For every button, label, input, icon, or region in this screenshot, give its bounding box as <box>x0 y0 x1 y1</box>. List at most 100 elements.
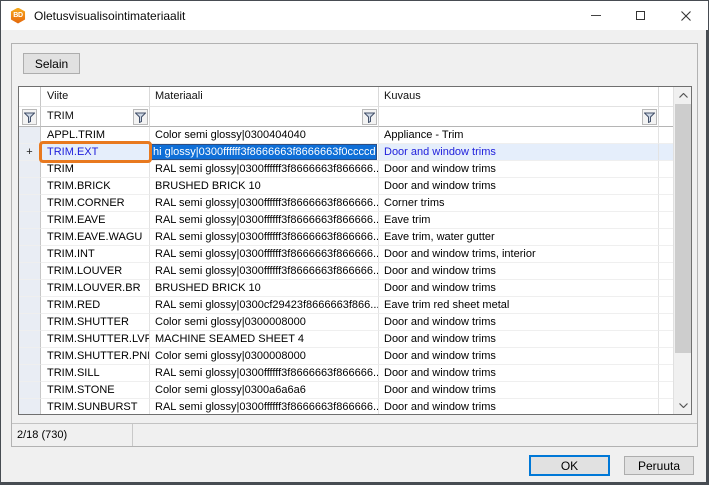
table-row[interactable]: TRIM.EAVE.WAGURAL semi glossy|0300ffffff… <box>19 229 673 246</box>
cell-materiaali[interactable]: Color semi glossy|0300a6a6a6 <box>150 382 379 399</box>
cell-materiaali[interactable]: Color semi glossy|0300008000 <box>150 348 379 365</box>
row-selector-cell[interactable] <box>19 280 41 297</box>
row-selector-cell[interactable] <box>19 127 41 144</box>
cell-materiaali[interactable]: RAL semi glossy|0300ffffff3f8666663f8666… <box>150 212 379 229</box>
table-row[interactable]: TRIM.EAVERAL semi glossy|0300ffffff3f866… <box>19 212 673 229</box>
cell-viite[interactable]: TRIM.SILL <box>41 365 150 382</box>
row-selector-cell[interactable] <box>19 246 41 263</box>
cell-viite[interactable]: TRIM.CORNER <box>41 195 150 212</box>
table-row[interactable]: TRIM.BRICKBRUSHED BRICK 10Door and windo… <box>19 178 673 195</box>
cell-materiaali[interactable]: RAL semi glossy|0300ffffff3f8666663f8666… <box>150 161 379 178</box>
row-selector-cell[interactable] <box>19 229 41 246</box>
table-row[interactable]: +TRIM.EXThi glossy|0300ffffff3f8666663f8… <box>19 144 673 161</box>
cell-materiaali[interactable]: RAL semi glossy|0300cf29423f8666663f866.… <box>150 297 379 314</box>
cell-viite[interactable]: TRIM.SUNBURST <box>41 399 150 414</box>
cell-viite[interactable]: TRIM.LOUVER.BR <box>41 280 150 297</box>
filter-icon-viite[interactable] <box>133 109 148 125</box>
cell-materiaali[interactable]: BRUSHED BRICK 10 <box>150 178 379 195</box>
cell-kuvaus[interactable]: Eave trim <box>379 212 659 229</box>
cell-kuvaus[interactable]: Door and window trims <box>379 144 659 161</box>
cell-kuvaus[interactable]: Door and window trims, interior <box>379 246 659 263</box>
cell-materiaali[interactable]: Color semi glossy|0300404040 <box>150 127 379 144</box>
row-selector-cell[interactable] <box>19 161 41 178</box>
scroll-up-button[interactable] <box>674 87 692 104</box>
cell-kuvaus[interactable]: Door and window trims <box>379 263 659 280</box>
row-selector-cell[interactable] <box>19 297 41 314</box>
row-selector-cell[interactable] <box>19 399 41 414</box>
cell-kuvaus[interactable]: Door and window trims <box>379 178 659 195</box>
cell-kuvaus[interactable]: Door and window trims <box>379 399 659 414</box>
row-selector-cell[interactable] <box>19 314 41 331</box>
cell-kuvaus[interactable]: Eave trim, water gutter <box>379 229 659 246</box>
cell-materiaali[interactable]: RAL semi glossy|0300ffffff3f8666663f8666… <box>150 229 379 246</box>
cell-materiaali[interactable]: BRUSHED BRICK 10 <box>150 280 379 297</box>
row-selector-cell[interactable] <box>19 382 41 399</box>
filter-icon[interactable] <box>22 109 37 125</box>
table-row[interactable]: TRIM.SUNBURSTRAL semi glossy|0300ffffff3… <box>19 399 673 414</box>
cell-kuvaus[interactable]: Door and window trims <box>379 382 659 399</box>
cell-kuvaus[interactable]: Door and window trims <box>379 280 659 297</box>
filter-selector-cell[interactable] <box>19 107 41 127</box>
cell-materiaali[interactable]: RAL semi glossy|0300ffffff3f8666663f8666… <box>150 195 379 212</box>
cell-viite[interactable]: APPL.TRIM <box>41 127 150 144</box>
cell-kuvaus[interactable]: Door and window trims <box>379 348 659 365</box>
row-selector-cell[interactable] <box>19 365 41 382</box>
cell-viite[interactable]: TRIM.RED <box>41 297 150 314</box>
browse-button[interactable]: Selain <box>23 53 80 74</box>
cell-materiaali[interactable]: RAL semi glossy|0300ffffff3f8666663f8666… <box>150 263 379 280</box>
table-row[interactable]: APPL.TRIMColor semi glossy|0300404040App… <box>19 127 673 144</box>
filter-icon-materiaali[interactable] <box>362 109 377 125</box>
filter-input-viite[interactable]: TRIM <box>41 107 150 127</box>
titlebar[interactable]: BD Oletusvisualisointimateriaalit <box>1 1 708 30</box>
table-row[interactable]: TRIM.SILLRAL semi glossy|0300ffffff3f866… <box>19 365 673 382</box>
column-header-kuvaus[interactable]: Kuvaus <box>379 87 659 107</box>
filter-input-kuvaus[interactable] <box>379 107 659 127</box>
cell-viite[interactable]: TRIM.STONE <box>41 382 150 399</box>
cell-viite[interactable]: TRIM.INT <box>41 246 150 263</box>
ok-button[interactable]: OK <box>529 455 610 476</box>
cell-viite[interactable]: TRIM.SHUTTER.PNL <box>41 348 150 365</box>
cell-materiaali[interactable]: RAL semi glossy|0300ffffff3f8666663f8666… <box>150 365 379 382</box>
close-button[interactable] <box>663 1 708 30</box>
cell-viite[interactable]: TRIM.EAVE <box>41 212 150 229</box>
table-row[interactable]: TRIM.SHUTTER.PNLColor semi glossy|030000… <box>19 348 673 365</box>
table-row[interactable]: TRIM.SHUTTER.LVRMACHINE SEAMED SHEET 4Do… <box>19 331 673 348</box>
table-row[interactable]: TRIM.INTRAL semi glossy|0300ffffff3f8666… <box>19 246 673 263</box>
row-selector-cell[interactable] <box>19 195 41 212</box>
cell-viite[interactable]: TRIM.SHUTTER <box>41 314 150 331</box>
filter-icon-kuvaus[interactable] <box>642 109 657 125</box>
column-header-materiaali[interactable]: Materiaali <box>150 87 379 107</box>
cell-kuvaus[interactable]: Door and window trims <box>379 161 659 178</box>
cell-viite[interactable]: TRIM <box>41 161 150 178</box>
row-selector-cell[interactable] <box>19 263 41 280</box>
filter-input-materiaali[interactable] <box>150 107 379 127</box>
cell-viite[interactable]: TRIM.EAVE.WAGU <box>41 229 150 246</box>
row-selector-cell[interactable] <box>19 348 41 365</box>
row-selector-cell[interactable]: + <box>19 144 41 161</box>
column-header-viite[interactable]: Viite <box>41 87 150 107</box>
cell-kuvaus[interactable]: Door and window trims <box>379 314 659 331</box>
table-row[interactable]: TRIM.LOUVERRAL semi glossy|0300ffffff3f8… <box>19 263 673 280</box>
table-row[interactable]: TRIM.LOUVER.BRBRUSHED BRICK 10Door and w… <box>19 280 673 297</box>
minimize-button[interactable] <box>573 1 618 30</box>
scroll-down-button[interactable] <box>674 397 692 414</box>
cell-materiaali[interactable]: Color semi glossy|0300008000 <box>150 314 379 331</box>
cell-materiaali[interactable]: RAL semi glossy|0300ffffff3f8666663f8666… <box>150 399 379 414</box>
row-selector-cell[interactable] <box>19 331 41 348</box>
table-row[interactable]: TRIM.CORNERRAL semi glossy|0300ffffff3f8… <box>19 195 673 212</box>
cell-viite[interactable]: TRIM.BRICK <box>41 178 150 195</box>
cell-kuvaus[interactable]: Corner trims <box>379 195 659 212</box>
cell-kuvaus[interactable]: Eave trim red sheet metal <box>379 297 659 314</box>
material-edit-input[interactable]: hi glossy|0300ffffff3f8666663f8666663f0c… <box>150 144 377 160</box>
scrollbar-thumb[interactable] <box>675 104 691 353</box>
cell-viite[interactable]: TRIM.LOUVER <box>41 263 150 280</box>
cancel-button[interactable]: Peruuta <box>624 456 694 475</box>
table-row[interactable]: TRIM.SHUTTERColor semi glossy|0300008000… <box>19 314 673 331</box>
cell-viite[interactable]: TRIM.SHUTTER.LVR <box>41 331 150 348</box>
cell-kuvaus[interactable]: Door and window trims <box>379 331 659 348</box>
cell-materiaali[interactable]: MACHINE SEAMED SHEET 4 <box>150 331 379 348</box>
cell-viite[interactable]: TRIM.EXT <box>41 144 150 161</box>
cell-materiaali[interactable]: hi glossy|0300ffffff3f8666663f8666663f0c… <box>150 144 379 161</box>
maximize-button[interactable] <box>618 1 663 30</box>
vertical-scrollbar[interactable] <box>673 87 691 414</box>
